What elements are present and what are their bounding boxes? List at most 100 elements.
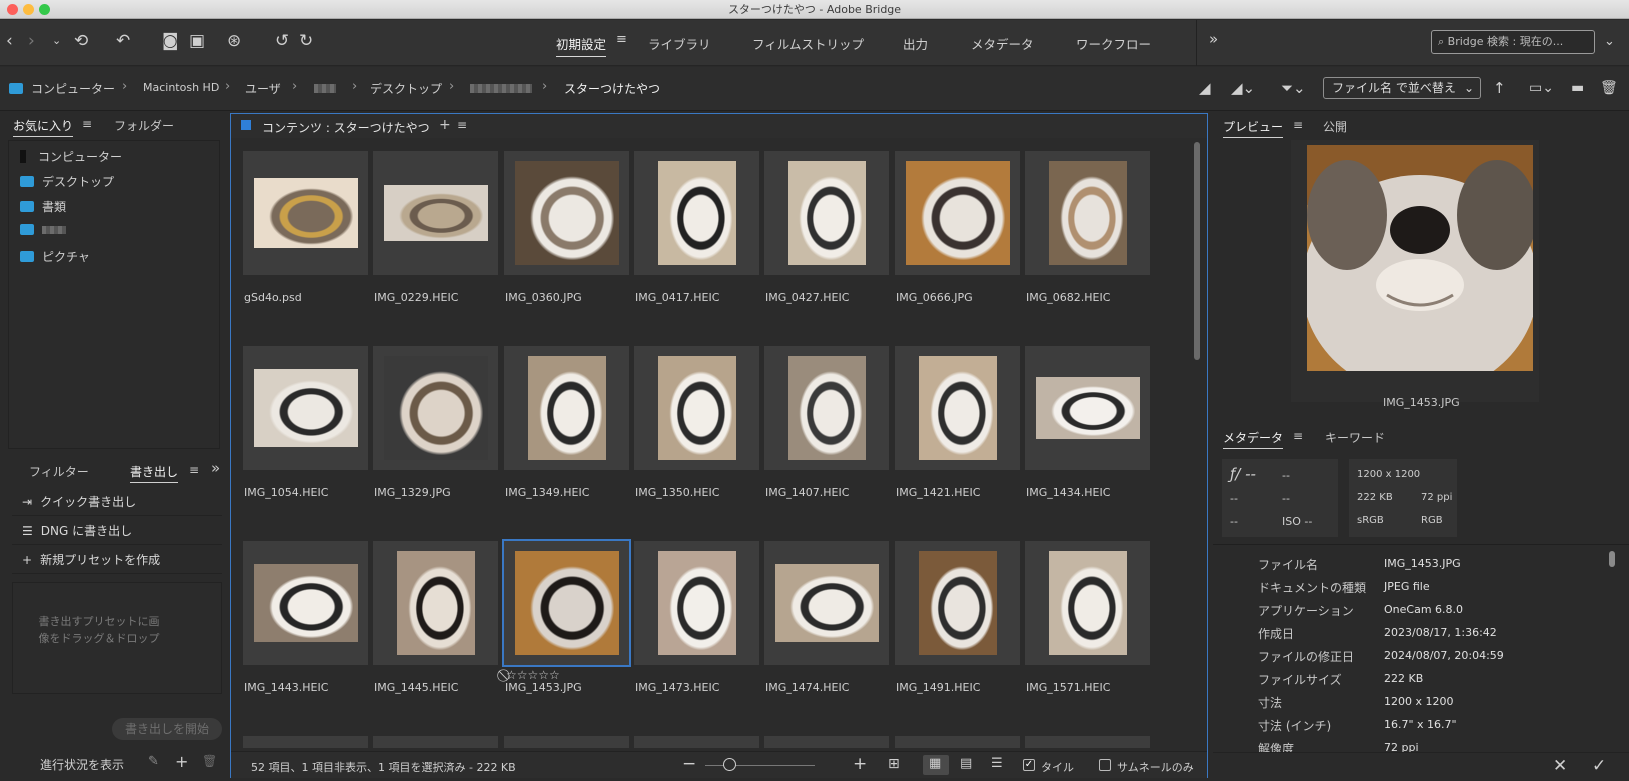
thumbnail-cell[interactable]: [634, 541, 759, 665]
favorite-desktop[interactable]: デスクトップ: [20, 173, 114, 190]
thumbnail-cell[interactable]: [243, 736, 368, 748]
breadcrumb-current-folder[interactable]: スターつけたやつ: [564, 80, 660, 97]
zoom-out-icon[interactable]: −: [682, 754, 696, 774]
redacted-folder-name[interactable]: [470, 84, 532, 93]
cancel-icon[interactable]: ✕: [1553, 756, 1567, 776]
thumbnail-cell[interactable]: [1025, 736, 1150, 748]
rotate-right-icon[interactable]: ↻: [299, 31, 313, 51]
slider-handle[interactable]: [723, 758, 736, 771]
thumbnail-cell[interactable]: [764, 151, 889, 275]
recent-history-icon[interactable]: ⟲: [74, 31, 88, 51]
workspace-tab-essentials[interactable]: 初期設定: [556, 34, 607, 57]
filter-icon[interactable]: ⏷⌄: [1281, 78, 1306, 98]
thumbnail-cell[interactable]: [373, 346, 498, 470]
tab-metadata[interactable]: メタデータ: [1223, 429, 1284, 449]
thumbnail-cell[interactable]: [895, 151, 1020, 275]
more-workspaces-icon[interactable]: »: [1209, 30, 1218, 48]
workspace-tab-filmstrip[interactable]: フィルムストリップ: [752, 34, 864, 53]
thumbnail-only-checkbox[interactable]: [1099, 759, 1111, 771]
zoom-in-icon[interactable]: +: [853, 754, 867, 774]
thumbnail-cell[interactable]: [243, 541, 368, 665]
tab-filter[interactable]: フィルター: [29, 463, 89, 480]
delete-icon[interactable]: 🗑: [1600, 78, 1618, 98]
add-tab-icon[interactable]: +: [439, 117, 451, 133]
favorite-pictures[interactable]: ピクチャ: [20, 248, 90, 265]
thumbnail-cell[interactable]: [634, 736, 759, 748]
tab-folders[interactable]: フォルダー: [114, 117, 174, 134]
thumbnail-cell[interactable]: [895, 346, 1020, 470]
thumbnail-cell[interactable]: [243, 346, 368, 470]
breadcrumb-users[interactable]: ユーザ: [245, 80, 281, 97]
thumbnail-cell[interactable]: [373, 151, 498, 275]
thumbnail-cell[interactable]: [764, 346, 889, 470]
thumbnail-cell[interactable]: [373, 541, 498, 665]
tab-preview[interactable]: プレビュー: [1223, 118, 1284, 138]
refine-icon[interactable]: ▣: [189, 31, 205, 51]
rotate-left-icon[interactable]: ↺: [275, 31, 289, 51]
show-progress-label[interactable]: 進行状況を表示: [40, 756, 124, 773]
boomerang-icon[interactable]: ↶: [116, 31, 130, 51]
workspace-tab-libraries[interactable]: ライブラリ: [648, 34, 711, 53]
start-export-button[interactable]: 書き出しを開始: [112, 718, 222, 740]
thumbnail-cell[interactable]: [895, 541, 1020, 665]
workspace-tab-output[interactable]: 出力: [903, 34, 928, 53]
thumbnail-cell[interactable]: [504, 151, 629, 275]
apply-icon[interactable]: ✓: [1592, 756, 1606, 776]
add-icon[interactable]: +: [175, 752, 188, 771]
chevron-down-icon[interactable]: ⌄: [52, 31, 61, 51]
tile-checkbox[interactable]: ✓: [1023, 759, 1035, 771]
breadcrumb-desktop[interactable]: デスクトップ: [370, 80, 442, 97]
sort-ascending-icon[interactable]: ↑: [1493, 78, 1506, 98]
tab-publish[interactable]: 公開: [1323, 118, 1347, 135]
favorite-redacted[interactable]: [20, 223, 66, 237]
thumbnail-cell[interactable]: [1025, 151, 1150, 275]
thumbnail-cell[interactable]: [764, 736, 889, 748]
content-scrollbar[interactable]: [1194, 142, 1200, 360]
thumbnail-cell[interactable]: [243, 151, 368, 275]
lock-grid-icon[interactable]: ⊞: [888, 756, 900, 772]
thumbnail-cell[interactable]: [764, 541, 889, 665]
view-list-icon[interactable]: ☰: [991, 756, 1003, 771]
back-icon[interactable]: ‹: [6, 31, 13, 51]
panel-menu-icon[interactable]: ≡: [457, 118, 467, 132]
camera-import-icon[interactable]: ◙: [162, 31, 179, 51]
expand-panel-icon[interactable]: »: [211, 459, 220, 477]
metadata-scrollbar[interactable]: [1609, 551, 1615, 567]
thumbnail-cell[interactable]: [634, 346, 759, 470]
tab-export[interactable]: 書き出し: [130, 463, 179, 483]
panel-menu-icon[interactable]: ≡: [189, 463, 199, 477]
new-folder-icon[interactable]: ▬: [1571, 78, 1584, 98]
thumbnail-size-slider[interactable]: [705, 765, 815, 766]
thumbnail-cell[interactable]: [373, 736, 498, 748]
thumbnail-cell[interactable]: [634, 151, 759, 275]
breadcrumb-computer[interactable]: コンピューター: [9, 80, 115, 97]
search-input[interactable]: ⌕ Bridge 検索 : 現在の...: [1431, 30, 1595, 54]
view-grid-button[interactable]: ▦: [923, 755, 949, 775]
zoom-window-button[interactable]: [39, 4, 50, 15]
quality-options-icon[interactable]: ◢: [1199, 78, 1211, 98]
forward-icon[interactable]: ›: [28, 31, 35, 51]
panel-menu-icon[interactable]: ≡: [1293, 118, 1303, 132]
open-in-camera-raw-icon[interactable]: ⊛: [227, 31, 241, 51]
panel-menu-icon[interactable]: ≡: [1293, 429, 1303, 443]
thumbnail-selected[interactable]: [502, 539, 631, 667]
breadcrumb-macintosh-hd[interactable]: Macintosh HD: [143, 81, 219, 94]
tab-keywords[interactable]: キーワード: [1325, 429, 1385, 446]
tab-favorites[interactable]: お気に入り: [13, 117, 74, 137]
panel-menu-icon[interactable]: ≡: [82, 117, 92, 131]
trash-icon[interactable]: 🗑: [202, 754, 217, 768]
quick-export-item[interactable]: ⇥ クイック書き出し: [12, 488, 222, 516]
close-window-button[interactable]: [7, 4, 18, 15]
workspace-tab-metadata[interactable]: メタデータ: [971, 34, 1034, 53]
workspace-tab-workflow[interactable]: ワークフロー: [1076, 34, 1151, 53]
favorite-documents[interactable]: 書類: [20, 198, 66, 215]
search-options-icon[interactable]: ⌄: [1604, 34, 1615, 49]
thumbnail-cell[interactable]: [504, 346, 629, 470]
thumbnail-cell[interactable]: [1025, 541, 1150, 665]
export-to-dng-item[interactable]: ☰ DNG に書き出し: [12, 517, 222, 545]
thumbnail-cell[interactable]: [895, 736, 1020, 748]
sort-rating-icon[interactable]: ◢⌄: [1231, 78, 1255, 98]
thumbnail-cell[interactable]: [1025, 346, 1150, 470]
recent-folders-icon[interactable]: ▭⌄: [1529, 78, 1554, 98]
redacted-user-name[interactable]: [314, 84, 336, 93]
